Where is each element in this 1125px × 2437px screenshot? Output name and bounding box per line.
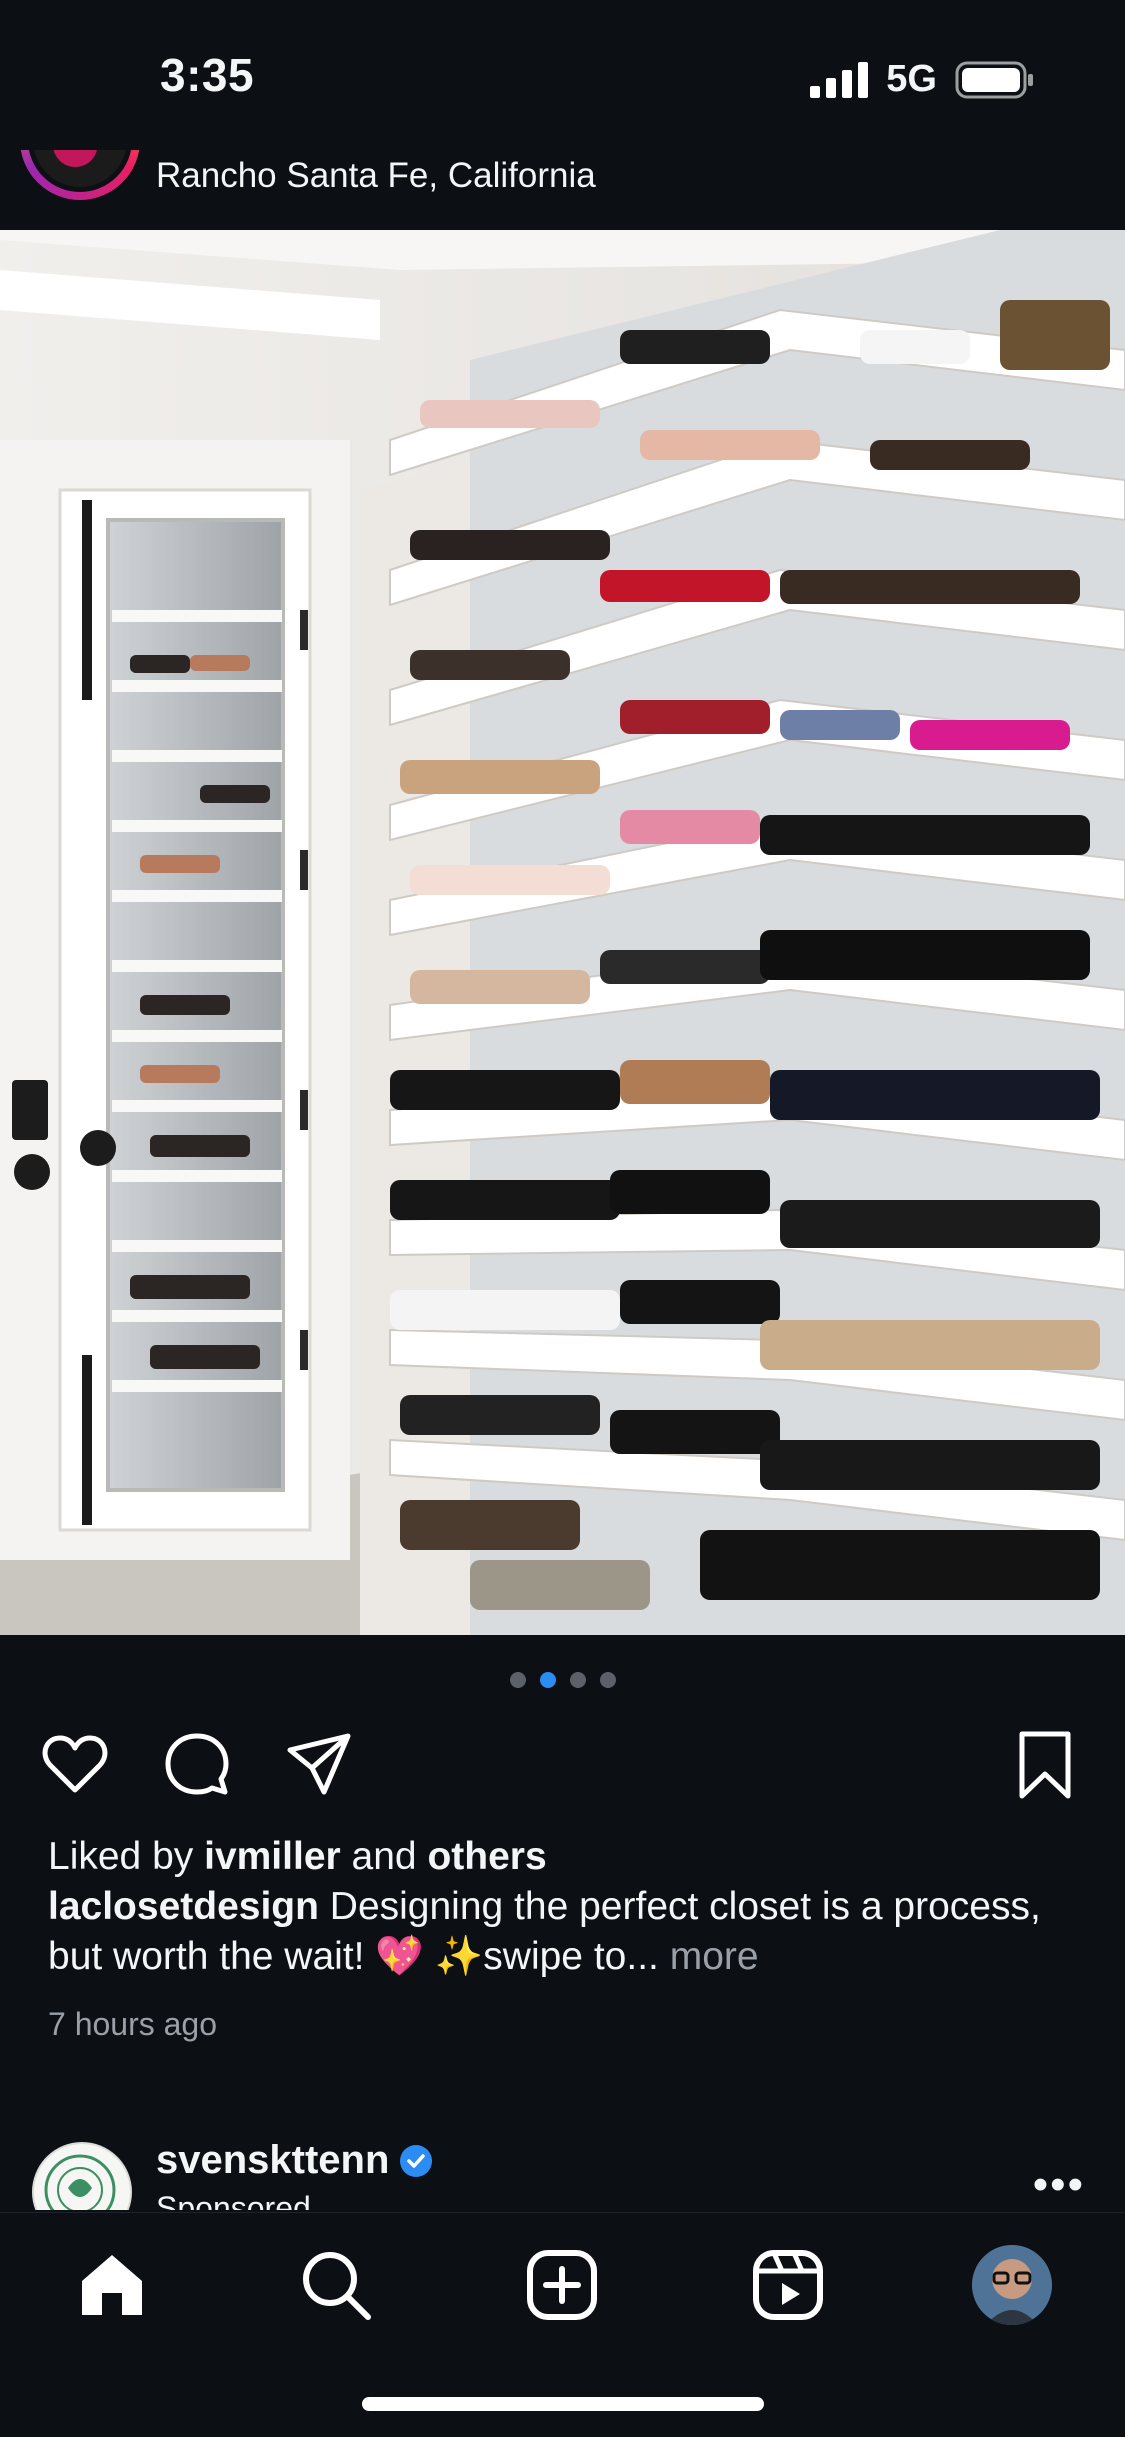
post-actions bbox=[0, 1730, 1125, 1800]
status-indicators: 5G bbox=[810, 58, 1035, 101]
author-avatar[interactable] bbox=[20, 150, 140, 200]
post-photo[interactable] bbox=[0, 230, 1125, 1635]
carousel-dot bbox=[599, 1672, 616, 1688]
liked-by-user[interactable]: ivmiller bbox=[204, 1835, 341, 1878]
post-timestamp: 7 hours ago bbox=[48, 2006, 218, 2042]
verified-badge-icon bbox=[400, 2144, 433, 2177]
bookmark-icon[interactable] bbox=[1010, 1730, 1080, 1800]
liked-by-prefix: Liked by bbox=[48, 1835, 194, 1878]
liked-by-join: and bbox=[351, 1835, 417, 1878]
carousel-dot bbox=[569, 1672, 586, 1688]
likes-line: Liked by ivmiller and others bbox=[48, 1832, 1088, 1882]
profile-photo bbox=[972, 2245, 1052, 2325]
bottom-tab-bar bbox=[0, 2212, 1125, 2437]
sponsored-label: Sponsored bbox=[156, 2190, 311, 2210]
post-location[interactable]: Rancho Santa Fe, California bbox=[156, 156, 596, 196]
liked-by-others[interactable]: others bbox=[427, 1835, 546, 1878]
carousel-dot-active bbox=[539, 1672, 556, 1688]
caption-more-link[interactable]: more bbox=[670, 1935, 759, 1978]
caption-author[interactable]: laclosetdesign bbox=[48, 1885, 319, 1928]
heart-icon[interactable] bbox=[40, 1730, 110, 1800]
battery-icon bbox=[955, 61, 1033, 98]
search-icon[interactable] bbox=[296, 2245, 376, 2325]
carousel-indicator bbox=[0, 1672, 1125, 1688]
caption-line: laclosetdesign Designing the perfect clo… bbox=[48, 1882, 1088, 1982]
profile-avatar[interactable] bbox=[972, 2245, 1052, 2325]
brand-logo-icon bbox=[44, 2154, 116, 2210]
network-label: 5G bbox=[886, 58, 937, 100]
home-indicator[interactable] bbox=[362, 2397, 764, 2411]
status-bar: 3:35 5G bbox=[0, 0, 1125, 150]
carousel-dot bbox=[509, 1672, 526, 1688]
post-header: Rancho Santa Fe, California bbox=[0, 150, 1125, 230]
next-post-username[interactable]: svenskttenn bbox=[156, 2138, 389, 2183]
reels-icon[interactable] bbox=[748, 2245, 828, 2325]
next-post-username-row[interactable]: svenskttenn bbox=[156, 2138, 433, 2183]
post-caption-area: Liked by ivmiller and others laclosetdes… bbox=[48, 1832, 1088, 1982]
closet-shoe-shelves-image bbox=[0, 230, 1125, 1635]
more-options-icon[interactable]: ••• bbox=[1033, 2160, 1085, 2210]
signal-icon bbox=[810, 61, 869, 98]
next-post-avatar[interactable] bbox=[32, 2142, 132, 2210]
home-icon[interactable] bbox=[72, 2245, 152, 2325]
send-icon[interactable] bbox=[284, 1730, 354, 1800]
next-post-header: svenskttenn Sponsored ••• bbox=[0, 2130, 1125, 2210]
plus-square-icon[interactable] bbox=[522, 2245, 602, 2325]
comment-icon[interactable] bbox=[162, 1730, 232, 1800]
status-time: 3:35 bbox=[160, 49, 255, 101]
